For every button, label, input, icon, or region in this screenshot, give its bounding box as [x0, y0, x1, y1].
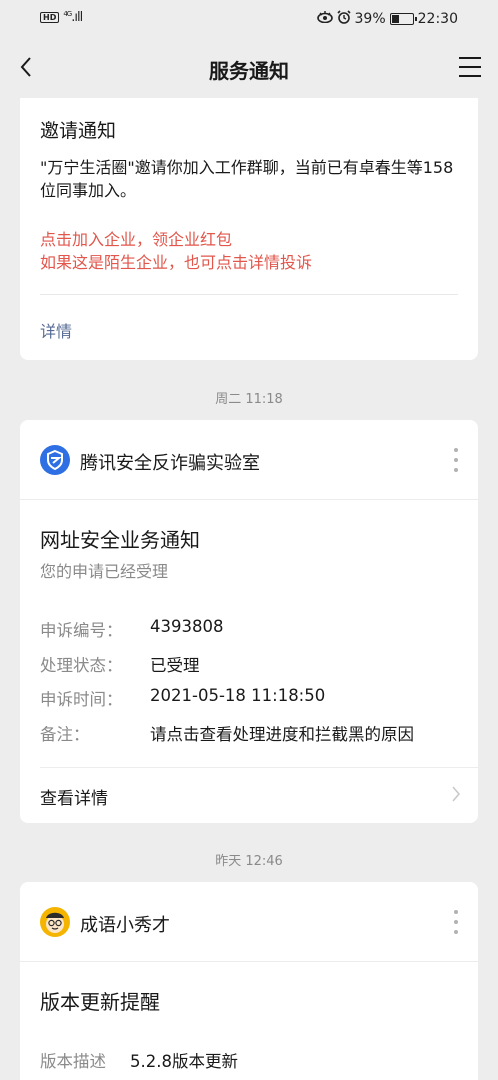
battery-icon: [389, 13, 417, 25]
status-left: HD 4G.ıll: [40, 10, 83, 25]
card-header[interactable]: 成语小秀才: [20, 882, 478, 962]
idiom-notification-card[interactable]: 成语小秀才 版本更新提醒 版本描述 5.2.8版本更新: [20, 882, 478, 1080]
battery-fill: [391, 15, 399, 23]
field-value: 请点击查看处理进度和拦截黑的原因: [150, 725, 414, 744]
warning-text: 点击加入企业，领企业红包 如果这是陌生企业，也可点击详情投诉: [40, 228, 460, 274]
security-notification-card[interactable]: 腾讯安全反诈骗实验室 网址安全业务通知 您的申请已经受理 申诉编号： 43938…: [20, 420, 478, 823]
hd-badge: HD: [40, 12, 60, 23]
invite-notification-card[interactable]: 邀请通知 "万宁生活圈"邀请你加入工作群聊，当前已有卓春生等158位同事加入。 …: [20, 98, 478, 360]
divider: [40, 767, 478, 768]
more-options-icon[interactable]: [450, 907, 462, 937]
menu-button[interactable]: [456, 54, 484, 80]
card-title: 网址安全业务通知: [40, 528, 200, 552]
sender-name: 腾讯安全反诈骗实验室: [80, 453, 260, 474]
card-header[interactable]: 腾讯安全反诈骗实验室: [20, 420, 478, 500]
field-label: 版本描述: [40, 1052, 106, 1071]
scholar-avatar-icon: [40, 907, 70, 937]
more-options-icon[interactable]: [450, 445, 462, 475]
field-label: 申诉编号：: [40, 621, 123, 640]
warning-line[interactable]: 如果这是陌生企业，也可点击详情投诉: [40, 251, 460, 274]
detail-link[interactable]: 详情: [40, 318, 72, 342]
card-title: 邀请通知: [40, 120, 117, 142]
page-title: 服务通知: [209, 59, 289, 83]
message-timestamp: 昨天 12:46: [215, 854, 283, 869]
field-label: 备注：: [40, 725, 90, 744]
notification-list[interactable]: 邀请通知 "万宁生活圈"邀请你加入工作群聊，当前已有卓春生等158位同事加入。 …: [0, 98, 498, 1080]
card-title: 版本更新提醒: [40, 990, 160, 1014]
network-type: 4G: [63, 10, 72, 18]
divider: [40, 294, 458, 295]
alarm-icon: [336, 10, 351, 28]
message-timestamp: 周二 11:18: [215, 392, 283, 407]
view-details-link[interactable]: 查看详情: [40, 784, 108, 809]
chevron-right-icon[interactable]: [450, 784, 462, 804]
field-value: 2021-05-18 11:18:50: [150, 686, 326, 705]
status-bar: HD 4G.ıll 39% 22:30: [0, 0, 498, 38]
eye-icon: [316, 11, 333, 27]
battery-percent: 39%: [354, 11, 386, 27]
card-subtitle: 您的申请已经受理: [40, 562, 169, 581]
field-label: 申诉时间：: [40, 690, 123, 709]
field-label: 处理状态：: [40, 656, 123, 675]
card-body: "万宁生活圈"邀请你加入工作群聊，当前已有卓春生等158位同事加入。: [40, 158, 454, 200]
status-right: 39% 22:30: [316, 10, 458, 28]
warning-line[interactable]: 点击加入企业，领企业红包: [40, 228, 460, 251]
field-value: 已受理: [150, 656, 200, 675]
shield-logo-icon: [40, 445, 70, 475]
field-value: 4393808: [150, 617, 224, 636]
signal-icon: 4G.ıll: [63, 10, 83, 25]
menu-icon: [459, 57, 481, 77]
field-value: 5.2.8版本更新: [130, 1052, 238, 1071]
clock: 22:30: [417, 11, 458, 27]
sender-name: 成语小秀才: [80, 915, 170, 936]
nav-bar: 服务通知: [0, 38, 498, 98]
